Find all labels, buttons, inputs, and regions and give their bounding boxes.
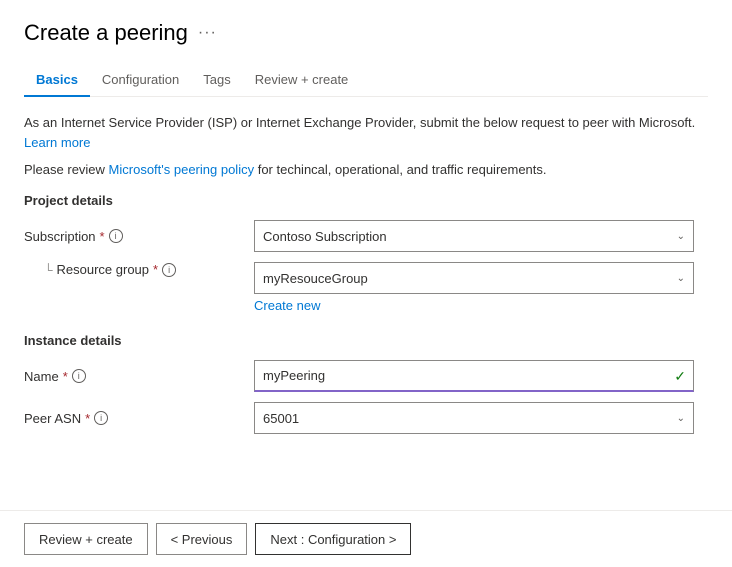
name-label: Name * i [24,369,254,384]
tree-indicator-icon: └ [44,263,53,277]
name-info-icon[interactable]: i [72,369,86,383]
project-details-title: Project details [24,193,708,208]
subscription-label: Subscription * i [24,229,254,244]
instance-details-section: Instance details Name * i ✓ Pe [24,333,708,434]
subscription-row: Subscription * i Contoso Subscription ⌄ [24,220,708,252]
policy-text: Please review Microsoft's peering policy… [24,162,708,177]
name-row: Name * i ✓ [24,360,708,392]
name-required: * [63,369,68,384]
tab-basics[interactable]: Basics [24,64,90,97]
subscription-dropdown[interactable]: Contoso Subscription ⌄ [254,220,694,252]
name-control: ✓ [254,360,694,392]
peer-asn-dropdown-arrow: ⌄ [677,413,685,424]
subscription-info-icon[interactable]: i [109,229,123,243]
name-input[interactable] [254,360,694,392]
peer-asn-row: Peer ASN * i 65001 ⌄ [24,402,708,434]
resource-group-required: * [153,262,158,277]
policy-text-after: for techincal, operational, and traffic … [254,162,546,177]
peer-asn-required: * [85,411,90,426]
review-create-button[interactable]: Review + create [24,523,148,555]
tab-review-create[interactable]: Review + create [243,64,361,97]
info-banner: As an Internet Service Provider (ISP) or… [24,113,708,152]
page-title: Create a peering [24,20,188,46]
subscription-dropdown-arrow: ⌄ [677,231,685,242]
resource-group-row: └ Resource group * i myResouceGroup ⌄ Cr… [24,262,708,313]
peer-asn-info-icon[interactable]: i [94,411,108,425]
next-configuration-button[interactable]: Next : Configuration > [255,523,411,555]
policy-text-before: Please review [24,162,109,177]
ellipsis-menu-icon[interactable]: ··· [198,24,217,42]
create-new-link[interactable]: Create new [254,298,320,313]
subscription-control: Contoso Subscription ⌄ [254,220,694,252]
subscription-required: * [100,229,105,244]
resource-group-info-icon[interactable]: i [162,263,176,277]
resource-group-label-wrapper: └ Resource group * i [24,262,254,277]
banner-text: As an Internet Service Provider (ISP) or… [24,115,695,130]
tab-bar: Basics Configuration Tags Review + creat… [24,64,708,97]
subscription-value: Contoso Subscription [263,229,387,244]
footer: Review + create < Previous Next : Config… [0,510,732,567]
resource-group-dropdown-arrow: ⌄ [677,273,685,284]
peer-asn-dropdown[interactable]: 65001 ⌄ [254,402,694,434]
resource-group-dropdown[interactable]: myResouceGroup ⌄ [254,262,694,294]
peer-asn-control: 65001 ⌄ [254,402,694,434]
project-details-section: Project details Subscription * i Contoso… [24,193,708,313]
tab-configuration[interactable]: Configuration [90,64,191,97]
resource-group-value: myResouceGroup [263,271,368,286]
learn-more-link[interactable]: Learn more [24,135,90,150]
previous-button[interactable]: < Previous [156,523,248,555]
resource-group-control: myResouceGroup ⌄ Create new [254,262,694,313]
name-check-icon: ✓ [674,368,686,385]
resource-group-label: Resource group * i [57,262,177,277]
name-input-wrapper: ✓ [254,360,694,392]
peer-asn-label: Peer ASN * i [24,411,254,426]
instance-details-title: Instance details [24,333,708,348]
tab-tags[interactable]: Tags [191,64,242,97]
policy-link[interactable]: Microsoft's peering policy [109,162,255,177]
peer-asn-value: 65001 [263,411,299,426]
